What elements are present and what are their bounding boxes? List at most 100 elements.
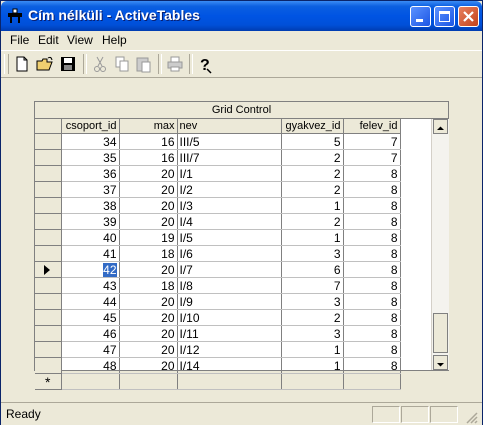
menu-edit[interactable]: Edit [38,33,59,47]
header-corner[interactable] [35,119,62,134]
table-row[interactable]: 45 20 I/10 2 8 [35,309,417,326]
cell-nev[interactable]: I/9 [177,293,282,310]
new-row-cell[interactable] [281,373,344,390]
cell-gyakvez-id[interactable]: 3 [281,245,344,262]
save-icon[interactable] [57,53,79,75]
table-row[interactable]: 43 18 I/8 7 8 [35,277,417,294]
cell-gyakvez-id[interactable]: 3 [281,293,344,310]
table-row[interactable]: 40 19 I/5 1 8 [35,229,417,246]
row-selector[interactable] [35,357,62,374]
cell-nev[interactable]: I/2 [177,181,282,198]
cell-csoport-id[interactable]: 40 [61,229,120,246]
cell-csoport-id[interactable]: 38 [61,197,120,214]
row-selector[interactable] [35,213,62,230]
new-row[interactable]: * [35,373,417,390]
row-selector[interactable] [35,325,62,342]
cell-max[interactable]: 20 [119,357,178,374]
cell-felev-id[interactable]: 8 [343,325,401,342]
cell-max[interactable]: 20 [119,181,178,198]
cell-felev-id[interactable]: 8 [343,261,401,278]
cell-max[interactable]: 20 [119,165,178,182]
cell-felev-id[interactable]: 8 [343,197,401,214]
cell-nev[interactable]: I/4 [177,213,282,230]
table-row[interactable]: 48 20 I/14 1 8 [35,357,417,374]
cell-felev-id[interactable]: 8 [343,245,401,262]
cell-max[interactable]: 20 [119,213,178,230]
copy-icon[interactable] [111,53,133,75]
cell-gyakvez-id[interactable]: 6 [281,261,344,278]
row-selector[interactable] [35,181,62,198]
row-selector[interactable] [35,341,62,358]
cell-nev[interactable]: I/1 [177,165,282,182]
cell-nev[interactable]: I/5 [177,229,282,246]
cell-max[interactable]: 20 [119,309,178,326]
help-icon[interactable]: ? [194,53,216,75]
table-row[interactable]: 39 20 I/4 2 8 [35,213,417,230]
cell-max[interactable]: 18 [119,245,178,262]
cell-max[interactable]: 16 [119,133,178,150]
menu-file[interactable]: File [10,33,29,47]
new-row-cell[interactable] [61,373,120,390]
resize-grip-icon[interactable] [465,409,478,428]
table-row[interactable]: 37 20 I/2 2 8 [35,181,417,198]
title-bar[interactable]: Cím nélküli - ActiveTables [1,1,482,31]
row-selector[interactable] [35,149,62,166]
cell-nev[interactable]: I/3 [177,197,282,214]
toolbar-grip[interactable] [4,54,9,74]
cell-gyakvez-id[interactable]: 2 [281,149,344,166]
cell-nev[interactable]: III/5 [177,133,282,150]
new-row-cell[interactable] [343,373,401,390]
table-row[interactable]: 36 20 I/1 2 8 [35,165,417,182]
scroll-down-arrow-icon[interactable] [433,355,448,370]
cell-nev[interactable]: III/7 [177,149,282,166]
row-selector[interactable] [35,277,62,294]
cell-max[interactable]: 20 [119,325,178,342]
open-folder-icon[interactable] [34,53,56,75]
cell-max[interactable]: 20 [119,293,178,310]
new-row-marker[interactable]: * [35,373,62,390]
cell-csoport-id[interactable]: 47 [61,341,120,358]
cell-csoport-id[interactable]: 35 [61,149,120,166]
cell-csoport-id[interactable]: 34 [61,133,120,150]
table-row[interactable]: 34 16 III/5 5 7 [35,133,417,150]
cell-felev-id[interactable]: 8 [343,309,401,326]
cell-max[interactable]: 20 [119,341,178,358]
row-selector[interactable] [35,197,62,214]
cell-csoport-id[interactable]: 45 [61,309,120,326]
cell-felev-id[interactable]: 8 [343,357,401,374]
cell-gyakvez-id[interactable]: 2 [281,309,344,326]
table-row[interactable]: 47 20 I/12 1 8 [35,341,417,358]
cell-max[interactable]: 19 [119,229,178,246]
cell-csoport-id[interactable]: 39 [61,213,120,230]
cell-gyakvez-id[interactable]: 2 [281,165,344,182]
vertical-scrollbar[interactable] [431,119,449,370]
cell-csoport-id[interactable]: 41 [61,245,120,262]
cell-nev[interactable]: I/7 [177,261,282,278]
column-header-max[interactable]: max [119,119,178,134]
cell-gyakvez-id[interactable]: 1 [281,357,344,374]
cell-max[interactable]: 16 [119,149,178,166]
cell-max[interactable]: 20 [119,197,178,214]
cell-gyakvez-id[interactable]: 7 [281,277,344,294]
cell-gyakvez-id[interactable]: 2 [281,181,344,198]
menu-view[interactable]: View [67,33,93,47]
cell-gyakvez-id[interactable]: 1 [281,229,344,246]
column-header-gyakvez-id[interactable]: gyakvez_id [281,119,344,134]
data-table[interactable]: csoport_id max nev gyakvez_id felev_id 3… [35,119,417,390]
new-row-cell[interactable] [177,373,282,390]
table-row[interactable]: 41 18 I/6 3 8 [35,245,417,262]
cell-felev-id[interactable]: 8 [343,341,401,358]
cell-gyakvez-id[interactable]: 1 [281,341,344,358]
row-selector[interactable] [35,309,62,326]
cell-gyakvez-id[interactable]: 5 [281,133,344,150]
row-selector[interactable] [35,133,62,150]
table-row[interactable]: 35 16 III/7 2 7 [35,149,417,166]
table-row[interactable]: 38 20 I/3 1 8 [35,197,417,214]
cell-felev-id[interactable]: 7 [343,133,401,150]
cell-felev-id[interactable]: 7 [343,149,401,166]
column-header-nev[interactable]: nev [177,119,282,134]
cut-icon[interactable] [89,53,111,75]
column-header-felev-id[interactable]: felev_id [343,119,401,134]
cell-csoport-id[interactable]: 46 [61,325,120,342]
row-selector[interactable] [35,165,62,182]
